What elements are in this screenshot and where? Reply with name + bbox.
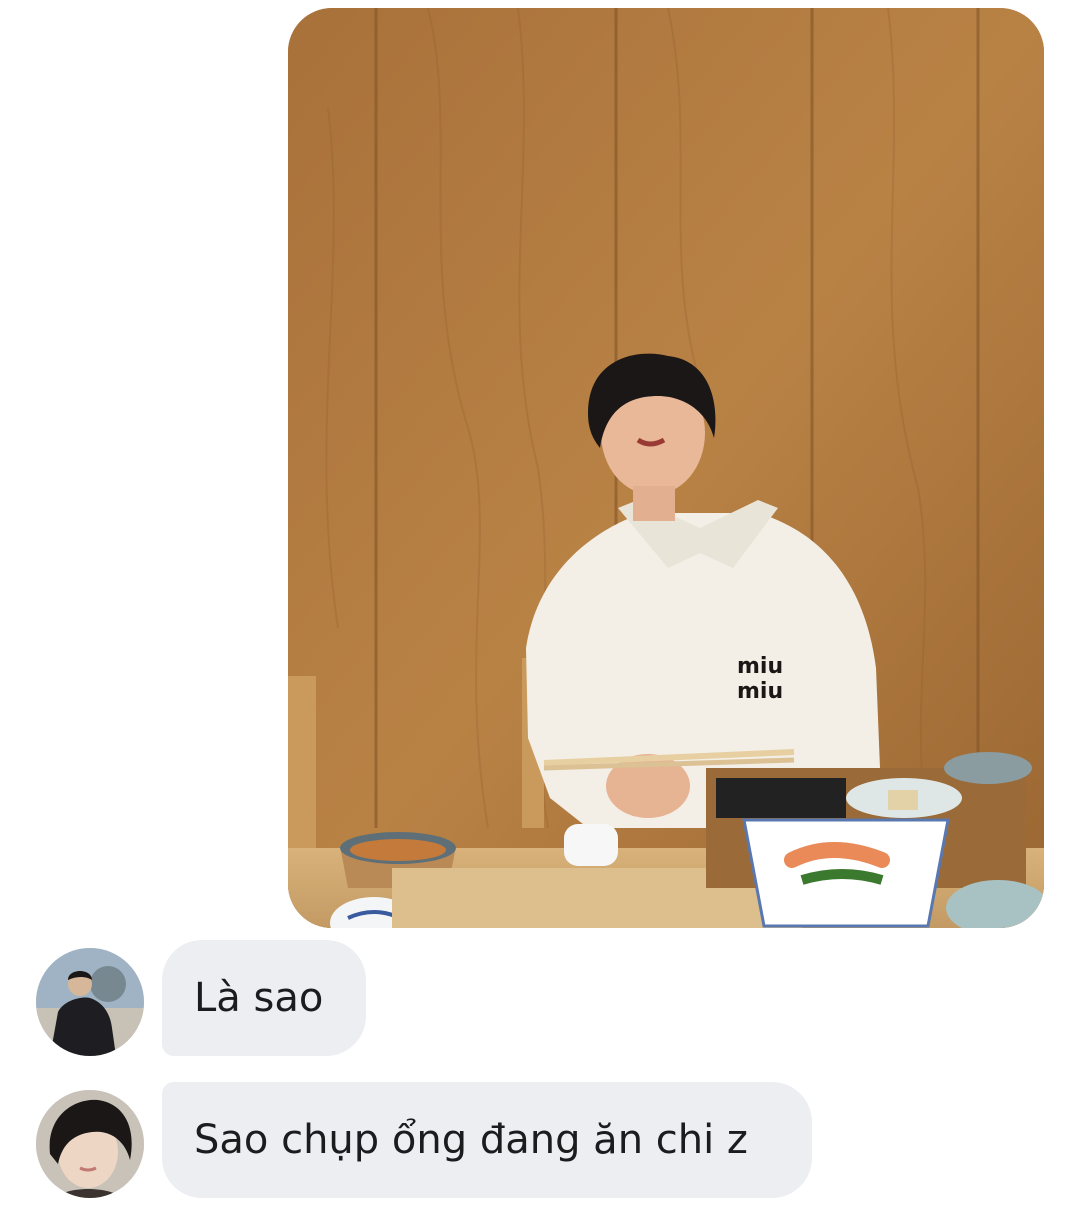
message-bubble[interactable]: Là sao	[162, 940, 366, 1056]
photo-message[interactable]: miu miu	[288, 8, 1044, 928]
avatar-photo-1-icon	[36, 948, 144, 1056]
avatar[interactable]	[36, 948, 144, 1056]
message-row: Là sao	[0, 940, 1080, 1060]
restaurant-photo: miu miu	[288, 8, 1044, 928]
message-row: Sao chụp ổng đang ăn chi z	[0, 1082, 1080, 1202]
chat-thread: miu miu Là sao Sao chụp ổng đang ăn chi …	[0, 0, 1080, 1206]
svg-text:miu: miu	[737, 654, 783, 679]
avatar[interactable]	[36, 1090, 144, 1198]
svg-text:miu: miu	[737, 679, 783, 704]
message-bubble[interactable]: Sao chụp ổng đang ăn chi z	[162, 1082, 812, 1198]
avatar-photo-2-icon	[36, 1090, 144, 1198]
